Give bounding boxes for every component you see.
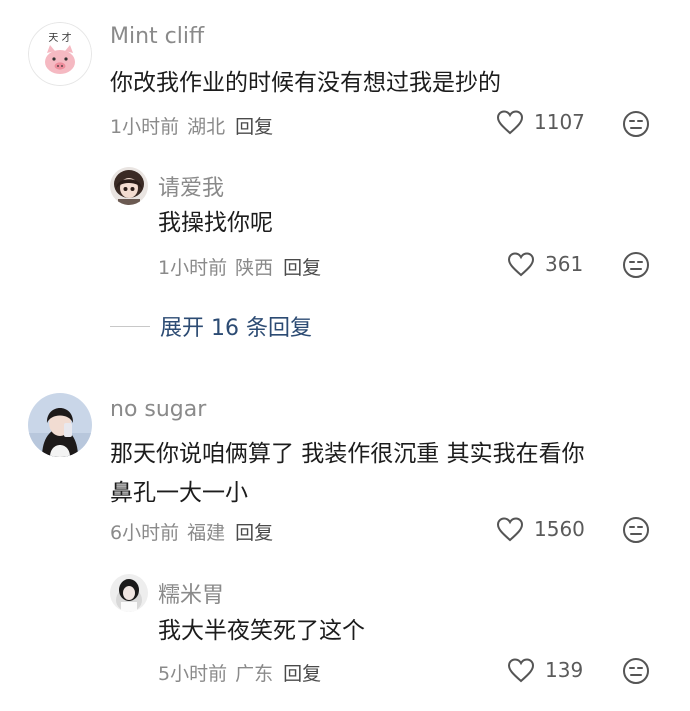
like-count: 1107 — [534, 110, 585, 134]
avatar-image — [28, 393, 92, 457]
reply-button[interactable]: 回复 — [235, 522, 273, 544]
location: 湖北 — [187, 116, 226, 138]
avatar[interactable] — [28, 393, 92, 457]
unamused-face-icon — [623, 252, 649, 278]
comment-text: 那天你说咱俩算了 我装作很沉重 其实我在看你 鼻孔一大一小 — [110, 435, 585, 513]
dislike-button[interactable] — [622, 516, 650, 548]
like-button[interactable]: 139 — [507, 657, 583, 683]
avatar-image — [110, 574, 148, 612]
heart-outline-icon — [507, 252, 535, 277]
like-count: 139 — [545, 658, 584, 682]
avatar-caption: 天 才 — [48, 31, 71, 44]
reply-avatar[interactable] — [110, 574, 148, 612]
comment-text-line: 那天你说咱俩算了 我装作很沉重 其实我在看你 — [110, 441, 585, 467]
like-button[interactable]: 361 — [507, 251, 583, 277]
username[interactable]: Mint cliff — [110, 24, 204, 49]
timestamp: 6小时前 — [110, 522, 180, 544]
reply-meta: 5小时前 广东 回复 — [158, 659, 321, 686]
location: 广东 — [235, 663, 274, 685]
reply-username[interactable]: 糯米胃 — [158, 577, 224, 609]
dislike-button[interactable] — [622, 110, 650, 142]
like-button[interactable]: 1107 — [496, 109, 585, 135]
reply-text: 我大半夜笑死了这个 — [158, 612, 365, 651]
comment-meta: 6小时前 福建 回复 — [110, 518, 273, 545]
like-button[interactable]: 1560 — [496, 516, 585, 542]
reply-text: 我操找你呢 — [158, 204, 273, 243]
unamused-face-icon — [623, 517, 649, 543]
comment-text: 你改我作业的时候有没有想过我是抄的 — [110, 64, 501, 103]
comment-text-line: 你改我作业的时候有没有想过我是抄的 — [110, 70, 501, 96]
heart-outline-icon — [496, 110, 524, 135]
timestamp: 5小时前 — [158, 663, 228, 685]
username[interactable]: no sugar — [110, 397, 206, 422]
comment-text-line: 鼻孔一大一小 — [110, 480, 248, 506]
like-count: 361 — [545, 252, 584, 276]
dislike-button[interactable] — [622, 657, 650, 689]
reply-avatar[interactable] — [110, 167, 148, 205]
dislike-button[interactable] — [622, 251, 650, 283]
expand-replies-label: 展开 16 条回复 — [160, 316, 312, 341]
timestamp: 1小时前 — [158, 257, 228, 279]
like-count: 1560 — [534, 517, 585, 541]
reply-text-line: 我操找你呢 — [158, 210, 273, 236]
reply-username[interactable]: 请爱我 — [158, 170, 224, 202]
timestamp: 1小时前 — [110, 116, 180, 138]
reply-button[interactable]: 回复 — [283, 257, 321, 279]
comment-meta: 1小时前 湖北 回复 — [110, 112, 273, 139]
heart-outline-icon — [496, 517, 524, 542]
reply-button[interactable]: 回复 — [235, 116, 273, 138]
unamused-face-icon — [623, 658, 649, 684]
reply-button[interactable]: 回复 — [283, 663, 321, 685]
heart-outline-icon — [507, 658, 535, 683]
reply-text-line: 我大半夜笑死了这个 — [158, 618, 365, 644]
unamused-face-icon — [623, 111, 649, 137]
divider — [110, 325, 150, 327]
location: 福建 — [187, 522, 226, 544]
reply-meta: 1小时前 陕西 回复 — [158, 253, 321, 280]
location: 陕西 — [235, 257, 274, 279]
pig-avatar-icon: 天 才 — [28, 22, 92, 86]
avatar[interactable]: 天 才 — [28, 22, 92, 86]
avatar-image — [110, 167, 148, 205]
expand-replies-button[interactable]: 展开 16 条回复 — [110, 310, 312, 342]
